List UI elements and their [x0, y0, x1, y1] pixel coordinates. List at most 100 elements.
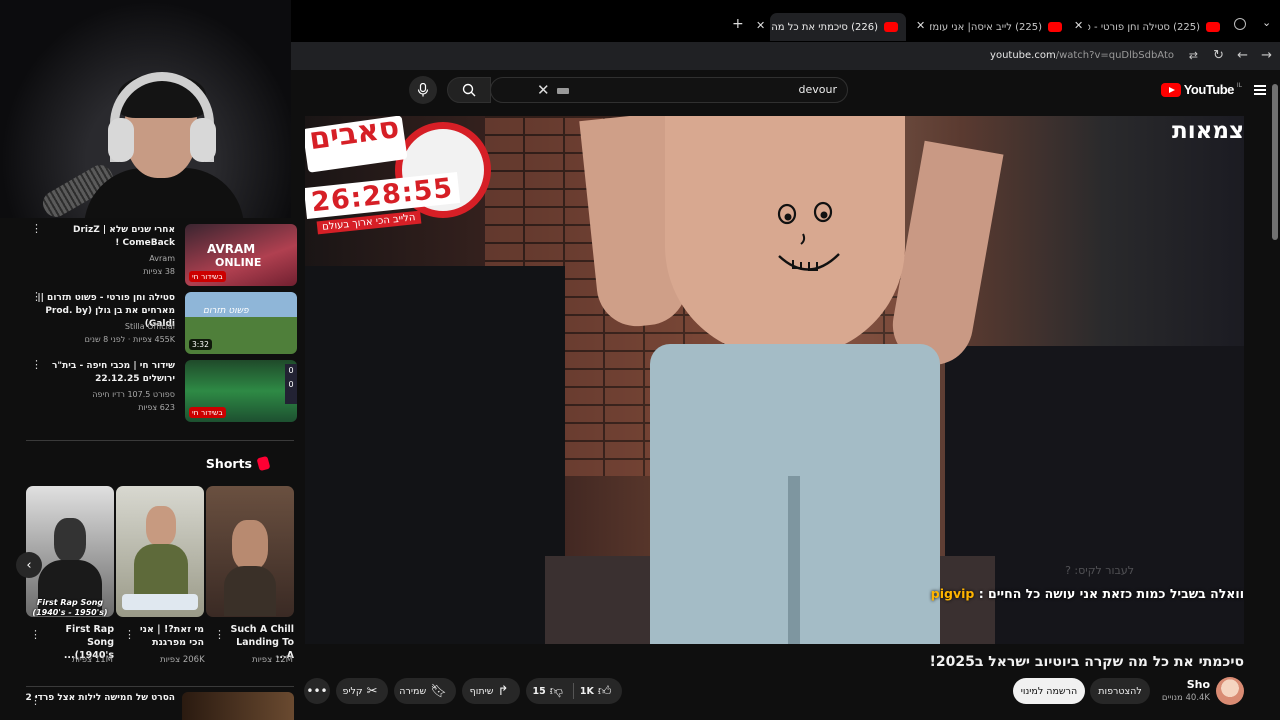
more-icon: ••• [306, 684, 328, 698]
caption-text: וואלה בשביל כמות כזאת אני עושה כל החיים … [978, 586, 1244, 601]
channel-name[interactable]: Sho [1187, 678, 1210, 691]
tab-title: (225) לייב איסה| אני עומד לשקיע [930, 21, 1042, 33]
chevron-down-icon[interactable]: ⌄ [1262, 16, 1271, 29]
keyboard-icon[interactable] [557, 88, 569, 94]
url-host: youtube.com [990, 50, 1056, 61]
short-card[interactable]: First Rap Song (1940's - 1950's) [26, 486, 114, 617]
url-text[interactable]: youtube.com/watch?v=quDlbSdbAto [990, 50, 1174, 61]
youtube-logo[interactable]: YouTube IL [1160, 82, 1242, 97]
dislike-count[interactable]: 15 [532, 686, 545, 697]
search-query: devour [798, 83, 837, 96]
video-thumbnail[interactable]: פשוט תזרום 3:32 [185, 292, 297, 354]
shorts-title: Shorts [205, 456, 252, 471]
recommendation-item[interactable]: פשוט תזרום 3:32 סטילה וחן פורטי - פשוט ת… [29, 291, 297, 354]
kebab-menu-icon[interactable]: ⋮ [30, 628, 41, 641]
caption-username: pigvip [930, 586, 975, 601]
shorts-logo-icon [256, 455, 271, 472]
kebab-menu-icon[interactable]: ⋮ [31, 291, 42, 302]
recommendation-title[interactable]: אחרי שנים שלא | DrizZ ComeBack ! [25, 224, 175, 250]
short-thumbnail-body [224, 566, 276, 616]
shorts-prev-button[interactable]: ‹ [16, 552, 42, 578]
short-views: 11M צפיות [72, 655, 114, 665]
like-icon[interactable]: 👍︎ [598, 684, 612, 699]
recommendation-channel[interactable]: Avram [149, 254, 175, 263]
recommendation-title[interactable]: שידור חי | מכבי חיפה - בית"ר ירושלים 22.… [25, 360, 175, 386]
tab-title: (226) סיכמתי את כל מה שקרה ביוטיוב ישראל… [770, 21, 878, 33]
tab-title: (225) סטילה וחן פורטי - פשוט תזרום [1088, 21, 1200, 33]
subscribe-button[interactable]: הרשמה למינוי [1013, 678, 1085, 704]
join-button[interactable]: להצטרפות [1090, 678, 1150, 704]
voice-search-button[interactable] [409, 76, 437, 104]
recommendation-title[interactable]: הסרט של חמישה לילות אצל פרדי 2 [26, 693, 175, 703]
scoreboard: 00 [285, 364, 297, 404]
close-tab-icon[interactable]: ✕ [1074, 19, 1083, 32]
desk-shelf [305, 266, 565, 644]
browser-tab-3[interactable]: (225) סטילה וחן פורטי - פשוט תזרום [1088, 13, 1228, 41]
search-icon [462, 83, 476, 97]
short-thumbnail-face [232, 520, 268, 570]
share-label: שיתוף [469, 685, 494, 697]
browser-tab-2[interactable]: (225) לייב איסה| אני עומד לשקיע [930, 13, 1070, 41]
clear-search-icon[interactable]: ✕ [537, 81, 550, 99]
video-thumbnail[interactable] [182, 692, 294, 720]
section-divider [26, 440, 294, 441]
kebab-menu-icon[interactable]: ⋮ [31, 223, 42, 234]
kebab-menu-icon[interactable]: ⋮ [124, 628, 135, 641]
share-button[interactable]: ↱ שיתוף [462, 678, 520, 704]
video-thumbnail[interactable]: 00 בשידור חי [185, 360, 297, 422]
recommendation-channel[interactable]: Stilla Official [125, 322, 175, 331]
recommendation-meta: 455K צפיות · לפני 8 שנים [84, 335, 175, 344]
short-thumbnail-face [146, 506, 176, 546]
page-scrollbar[interactable] [1272, 84, 1278, 240]
left-panel: AVRAM ONLINE בשידור חי אחרי שנים שלא | D… [0, 0, 297, 720]
recommendation-item[interactable]: AVRAM ONLINE בשידור חי אחרי שנים שלא | D… [29, 223, 297, 286]
browser-tab-active[interactable]: (226) סיכמתי את כל מה שקרה ביוטיוב ישראל… [770, 13, 906, 41]
thumbnail-text: AVRAM [207, 242, 256, 256]
recommendation-channel[interactable]: ספורט 107.5 רדיו חיפה [92, 390, 175, 399]
site-settings-icon[interactable]: ⇄ [1189, 49, 1198, 62]
globe-icon[interactable] [1234, 18, 1246, 30]
search-button[interactable] [447, 77, 491, 103]
headphone-cup [108, 118, 134, 162]
clip-button[interactable]: ✂ קליפ [336, 678, 388, 704]
address-bar[interactable]: → ← ↻ ⇄ youtube.com/watch?v=quDlbSdbAto [291, 42, 1280, 70]
video-player[interactable]: סאבים 26:28:55 הלייב הכי ארוך בעולם צמאו… [305, 116, 1244, 644]
video-title: סיכמתי את כל מה שקרה ביוטיוב ישראל ב2025… [929, 654, 1244, 670]
short-views: 206K צפיות [160, 655, 205, 665]
scissors-icon: ✂ [366, 683, 378, 699]
kebab-menu-icon[interactable]: ⋮ [214, 628, 225, 641]
video-thumbnail[interactable]: AVRAM ONLINE בשידור חי [185, 224, 297, 286]
youtube-favicon-icon [884, 22, 898, 32]
youtube-favicon-icon [1206, 22, 1220, 32]
back-icon[interactable]: → [1261, 48, 1272, 63]
shorts-seam [788, 476, 800, 644]
overlay-faint-text: לעבור לקיס: ? [1065, 564, 1134, 577]
short-title[interactable]: מי זאת?! | אני הכי מפרגנת [128, 623, 204, 649]
kebab-menu-icon[interactable]: ⋮ [31, 359, 42, 370]
kebab-menu-icon[interactable]: ⋮ [30, 694, 41, 707]
youtube-favicon-icon [1048, 22, 1062, 32]
save-button[interactable]: 🔖︎ שמירה [394, 678, 456, 704]
close-tab-icon[interactable]: ✕ [756, 19, 765, 32]
new-tab-button[interactable]: + [732, 16, 744, 32]
recommendation-item[interactable]: 00 בשידור חי שידור חי | מכבי חיפה - בית"… [29, 359, 297, 422]
menu-icon[interactable] [1254, 85, 1266, 95]
clip-label: קליפ [342, 685, 363, 697]
channel-avatar[interactable] [1216, 677, 1244, 705]
duration-badge: 3:32 [189, 339, 212, 350]
short-card[interactable] [206, 486, 294, 617]
subscriber-count: 40.4K מנויים [1161, 693, 1210, 703]
reload-icon[interactable]: ↻ [1213, 48, 1224, 63]
save-label: שמירה [399, 685, 427, 697]
short-overlay-text: First Rap Song (1940's - 1950's) [32, 598, 108, 617]
search-input[interactable]: ✕ devour [490, 77, 848, 103]
forward-icon[interactable]: ← [1237, 48, 1248, 63]
close-tab-icon[interactable]: ✕ [916, 19, 925, 32]
overlay-top-text: צמאות [1171, 118, 1244, 144]
youtube-header: ✕ devour YouTube IL [291, 70, 1280, 114]
short-card[interactable] [116, 486, 204, 617]
more-actions-button[interactable]: ••• [304, 678, 330, 704]
like-count[interactable]: 1K [580, 686, 594, 697]
logo-text: YouTube [1183, 82, 1235, 97]
dislike-icon[interactable]: 👎︎ [550, 684, 563, 699]
